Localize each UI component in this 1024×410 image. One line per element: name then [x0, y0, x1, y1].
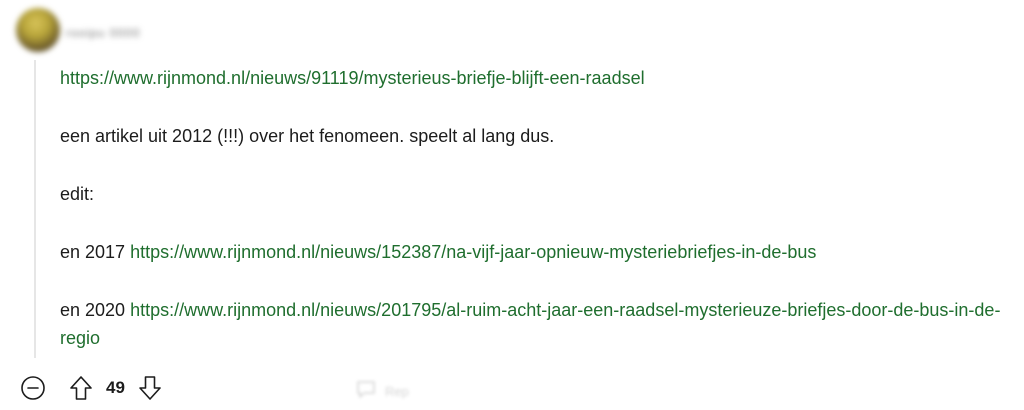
username[interactable]: rooipu 0000 — [66, 26, 140, 40]
comment-paragraph: en 2017 https://www.rijnmond.nl/nieuws/1… — [60, 238, 1010, 266]
comment-link[interactable]: https://www.rijnmond.nl/nieuws/152387/na… — [130, 242, 816, 262]
comment-link[interactable]: https://www.rijnmond.nl/nieuws/91119/mys… — [60, 68, 645, 88]
comment-body: https://www.rijnmond.nl/nieuws/91119/mys… — [60, 64, 1010, 382]
comment-paragraph: edit: — [60, 180, 1010, 208]
comment: rooipu 0000 https://www.rijnmond.nl/nieu… — [0, 0, 1024, 410]
vote-score: 49 — [106, 378, 125, 397]
comment-link[interactable]: https://www.rijnmond.nl/nieuws/201795/al… — [60, 300, 1000, 348]
thread-line[interactable] — [34, 60, 36, 358]
speech-bubble-icon — [355, 378, 377, 405]
comment-text: edit: — [60, 184, 95, 204]
comment-actions: 49 — [20, 370, 165, 406]
arrow-up-icon[interactable] — [66, 373, 96, 403]
minus-circle-icon[interactable] — [20, 375, 46, 401]
comment-text: een artikel uit 2012 (!!!) over het feno… — [60, 126, 555, 146]
comment-paragraph: https://www.rijnmond.nl/nieuws/91119/mys… — [60, 64, 1010, 92]
comment-paragraph: een artikel uit 2012 (!!!) over het feno… — [60, 122, 1010, 150]
reply-label: Rep — [385, 384, 409, 399]
comment-paragraph: en 2020 https://www.rijnmond.nl/nieuws/2… — [60, 296, 1010, 352]
comment-text: en 2017 — [60, 242, 131, 262]
avatar[interactable] — [16, 8, 60, 52]
reply-button[interactable]: Rep — [355, 378, 409, 405]
comment-text: en 2020 — [60, 300, 131, 320]
arrow-down-icon[interactable] — [135, 373, 165, 403]
